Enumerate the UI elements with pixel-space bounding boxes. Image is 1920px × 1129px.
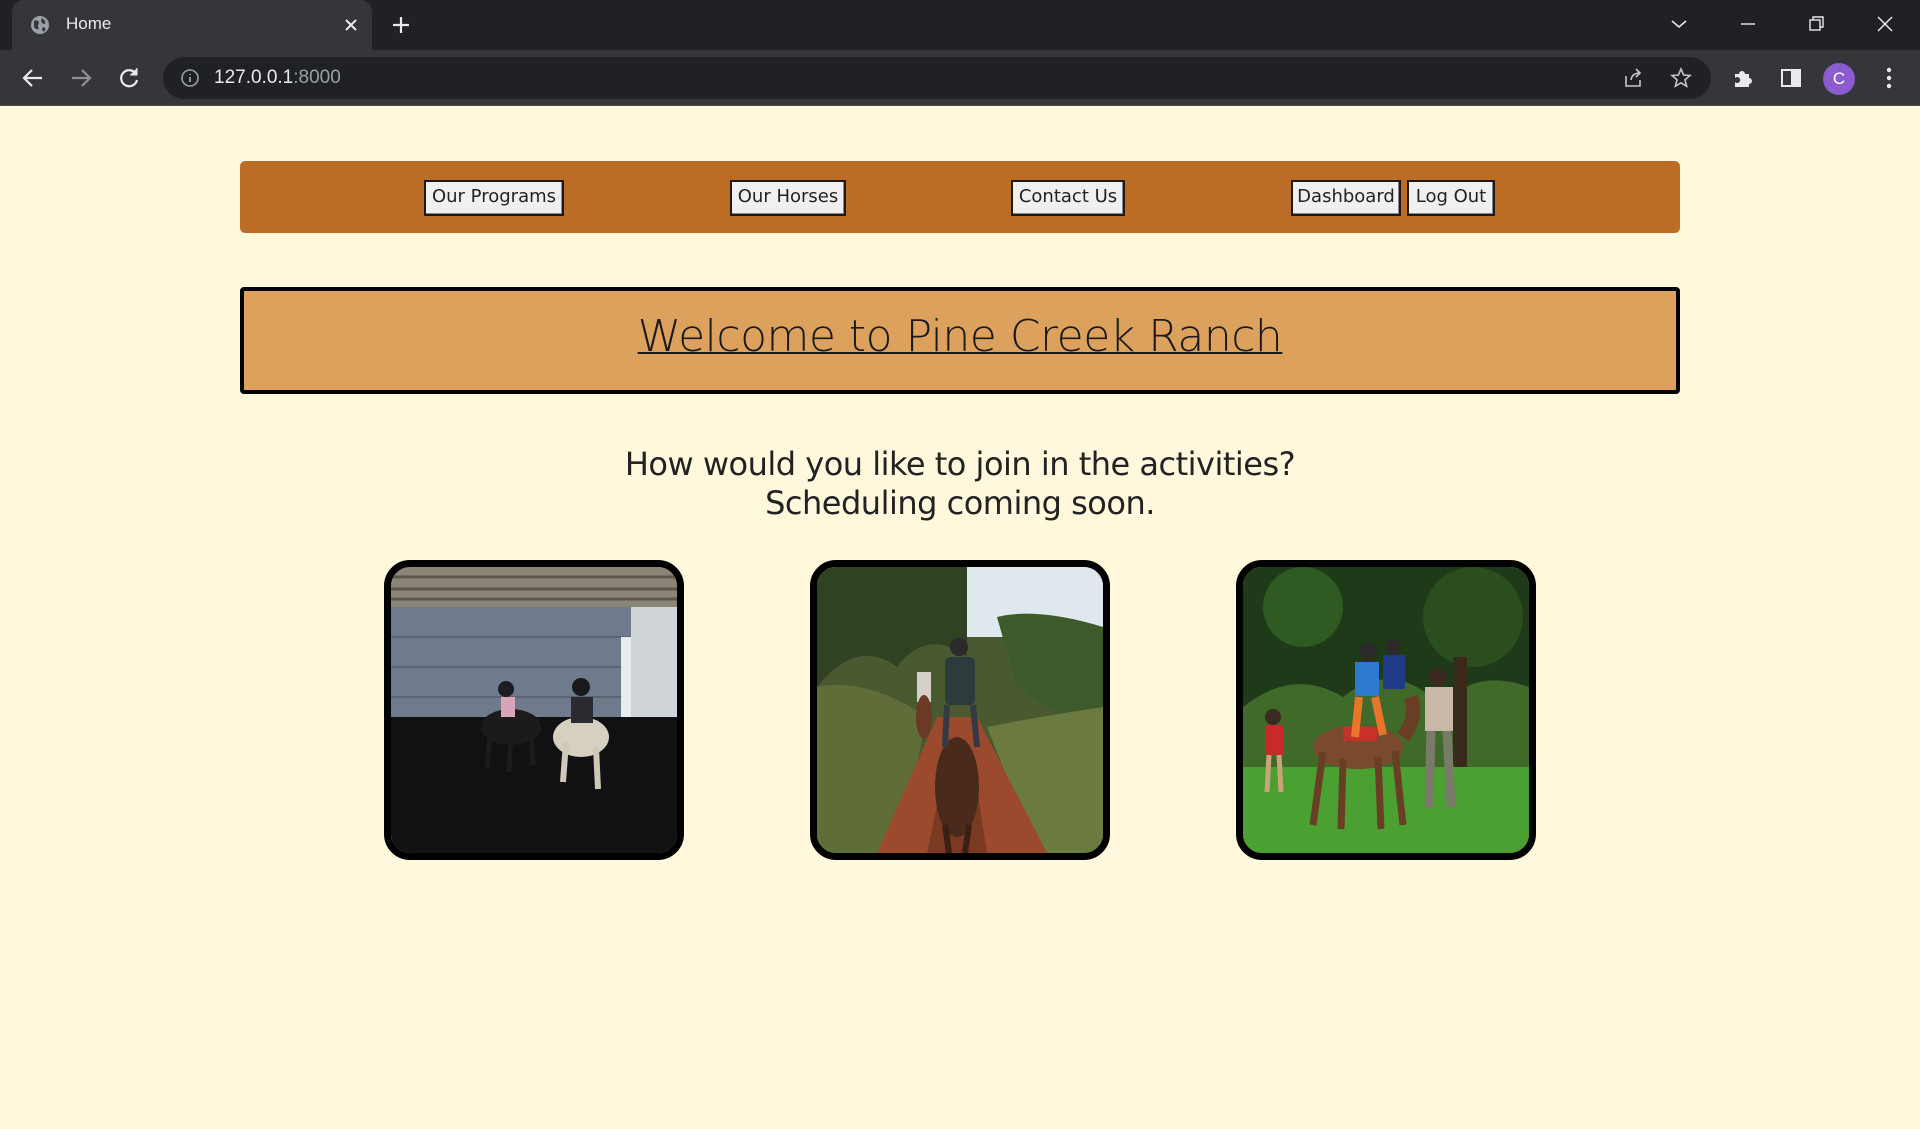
chevron-down-icon[interactable] (1667, 12, 1691, 36)
intro-text: How would you like to join in the activi… (0, 445, 1920, 523)
side-panel-icon[interactable] (1778, 65, 1804, 91)
window-close-icon[interactable] (1873, 12, 1897, 36)
restore-icon[interactable] (1804, 12, 1828, 36)
page-content: Our Programs Our Horses Contact Us Dashb… (0, 107, 1920, 1129)
minimize-icon[interactable] (1736, 12, 1760, 36)
page-title[interactable]: Welcome to Pine Creek Ranch (638, 311, 1283, 362)
arena-riders-image (391, 567, 677, 853)
reload-icon[interactable] (116, 65, 142, 91)
profile-avatar[interactable]: C (1823, 63, 1855, 95)
photo-indoor-arena (384, 560, 684, 860)
site-navbar: Our Programs Our Horses Contact Us Dashb… (240, 161, 1680, 233)
welcome-banner: Welcome to Pine Creek Ranch (240, 287, 1680, 394)
our-horses-button[interactable]: Our Horses (730, 180, 846, 216)
browser-toolbar: 127.0.0.1:8000 C (0, 50, 1920, 106)
photo-pony-ride (1236, 560, 1536, 860)
star-icon[interactable] (1670, 67, 1692, 89)
close-icon[interactable] (342, 16, 360, 34)
puzzle-icon[interactable] (1730, 65, 1756, 91)
log-out-button[interactable]: Log Out (1407, 180, 1495, 216)
dashboard-button[interactable]: Dashboard (1291, 180, 1401, 216)
contact-us-button[interactable]: Contact Us (1011, 180, 1125, 216)
globe-icon (31, 16, 49, 34)
kebab-menu-icon[interactable] (1876, 65, 1902, 91)
intro-line-2: Scheduling coming soon. (765, 484, 1155, 522)
tab-strip: Home (0, 0, 1920, 50)
info-icon[interactable] (180, 68, 200, 88)
intro-line-1: How would you like to join in the activi… (624, 445, 1296, 483)
address-bar[interactable]: 127.0.0.1:8000 (163, 57, 1711, 99)
tab-title: Home (66, 14, 112, 33)
photo-trail-ride (810, 560, 1110, 860)
browser-tab[interactable]: Home (12, 0, 372, 50)
back-arrow-icon[interactable] (20, 65, 46, 91)
our-programs-button[interactable]: Our Programs (424, 180, 564, 216)
share-icon[interactable] (1622, 67, 1644, 89)
url-text: 127.0.0.1:8000 (214, 67, 341, 88)
plus-icon[interactable] (390, 14, 412, 36)
pony-ride-image (1243, 567, 1529, 853)
forward-arrow-icon[interactable] (68, 65, 94, 91)
trail-ride-image (817, 567, 1103, 853)
